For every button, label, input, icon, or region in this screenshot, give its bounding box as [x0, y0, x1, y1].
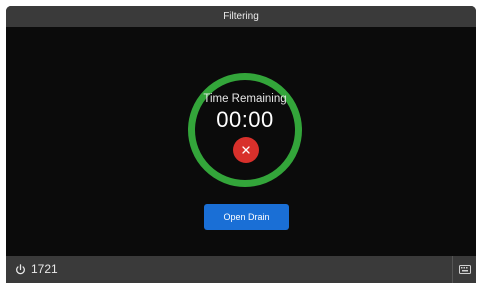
power-status: 1721 — [15, 262, 58, 276]
keyboard-button[interactable] — [452, 256, 476, 283]
close-icon — [242, 146, 250, 154]
page-title: Filtering — [223, 11, 259, 22]
device-screen: Filtering Time Remaining 00:00 Open Drai… — [6, 6, 476, 283]
open-drain-button[interactable]: Open Drain — [204, 204, 289, 230]
keyboard-icon — [458, 264, 471, 274]
cancel-button[interactable] — [233, 137, 259, 163]
status-bar: 1721 — [6, 256, 476, 283]
time-remaining-label: Time Remaining — [203, 93, 287, 105]
power-value: 1721 — [31, 262, 58, 276]
title-bar: Filtering — [6, 6, 476, 27]
time-remaining-value: 00:00 — [216, 107, 274, 132]
power-icon — [15, 263, 26, 275]
main-content: Time Remaining 00:00 Open Drain — [6, 27, 476, 256]
